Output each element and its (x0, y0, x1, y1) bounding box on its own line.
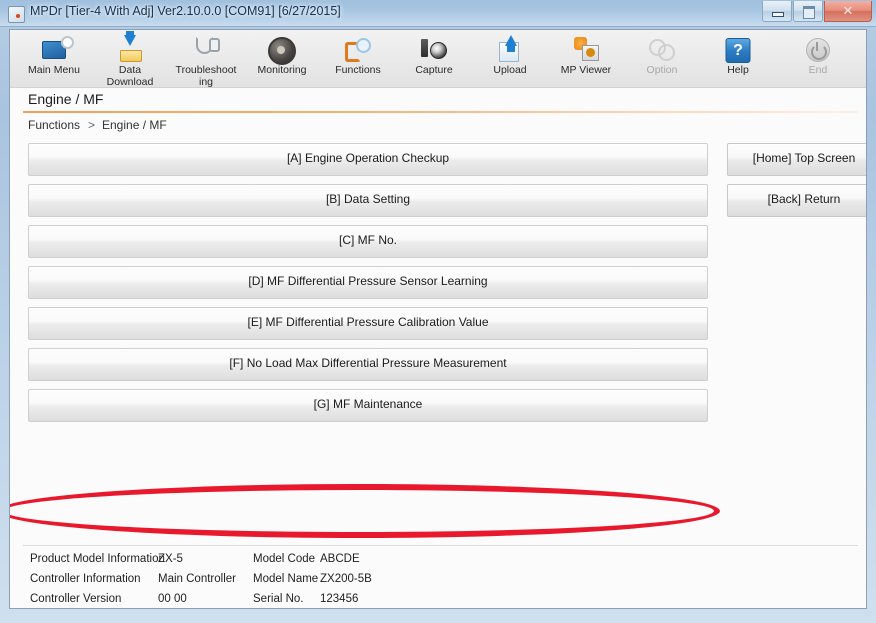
controller-version-value: 00 00 (158, 593, 187, 605)
model-code-label: Model Code (253, 553, 316, 565)
toolbar-label: Monitoring (257, 64, 307, 76)
menu-button-g[interactable]: [G] MF Maintenance (28, 389, 708, 422)
menu-button-f[interactable]: [F] No Load Max Differential Pressure Me… (28, 348, 708, 381)
annotation-highlight-ellipse (10, 484, 720, 538)
serial-no-value: 123456 (320, 593, 359, 605)
minimize-button[interactable] (762, 1, 792, 22)
menu-button-label: [C] MF No. (338, 233, 397, 247)
model-name-label: Model Name (253, 573, 319, 585)
toolbar-label: End (808, 64, 828, 76)
breadcrumb-item-current: Engine / MF (102, 118, 167, 132)
upload-icon (498, 35, 522, 62)
app-icon (8, 6, 25, 23)
download-icon (118, 35, 142, 62)
toolbar-label: Capture (415, 64, 453, 76)
toolbar-button-help[interactable]: Help (700, 32, 776, 86)
top-screen-button[interactable]: [Home] Top Screen (727, 143, 866, 176)
model-name-value: ZX200-5B (320, 573, 372, 585)
help-icon (725, 38, 751, 63)
side-button-label: [Back] Return (767, 192, 841, 206)
menu-button-d[interactable]: [D] MF Differential Pressure Sensor Lear… (28, 266, 708, 299)
menu-button-label: [F] No Load Max Differential Pressure Me… (229, 356, 507, 370)
toolbar-button-functions[interactable]: Functions (320, 32, 396, 86)
toolbar-button-troubleshooting[interactable]: Troubleshoot ing (168, 32, 244, 88)
page-header: Engine / MF (10, 88, 866, 113)
toolbar-button-upload[interactable]: Upload (472, 32, 548, 86)
model-code-value: ABCDE (320, 553, 360, 565)
window-title: MPDr [Tier-4 With Adj] Ver2.10.0.0 [COM9… (30, 4, 341, 18)
page-title: Engine / MF (28, 91, 104, 107)
application-window: MPDr [Tier-4 With Adj] Ver2.10.0.0 [COM9… (0, 0, 876, 623)
maximize-icon (803, 6, 815, 19)
toolbar-button-capture[interactable]: Capture (396, 32, 472, 86)
toolbar-button-option[interactable]: Option (624, 32, 700, 86)
close-icon: ✕ (842, 3, 854, 18)
camera-icon (421, 39, 447, 59)
toolbar-label: Data Download (106, 64, 154, 88)
menu-button-label: [D] MF Differential Pressure Sensor Lear… (248, 274, 488, 288)
title-bar: MPDr [Tier-4 With Adj] Ver2.10.0.0 [COM9… (0, 0, 876, 27)
breadcrumb-item-functions[interactable]: Functions (28, 118, 80, 132)
close-button[interactable]: ✕ (824, 1, 872, 22)
controller-information-label: Controller Information (30, 573, 141, 585)
product-model-information-label: Product Model Information (30, 553, 165, 565)
breadcrumb: Functions > Engine / MF (10, 113, 866, 139)
toolbar-label: Upload (493, 64, 527, 76)
content-area: [A] Engine Operation Checkup [B] Data Se… (10, 139, 866, 608)
stethoscope-icon (193, 36, 220, 62)
menu-button-c[interactable]: [C] MF No. (28, 225, 708, 258)
toolbar-label: Functions (335, 64, 381, 76)
menu-button-label: [B] Data Setting (325, 192, 411, 206)
minimize-icon (772, 12, 784, 17)
gauge-icon (268, 37, 296, 65)
toolbar-button-data-download[interactable]: Data Download (92, 32, 168, 88)
functions-icon (345, 37, 371, 63)
toolbar-button-monitoring[interactable]: Monitoring (244, 32, 320, 86)
toolbar-label: Troubleshoot ing (175, 64, 237, 88)
menu-button-a[interactable]: [A] Engine Operation Checkup (28, 143, 708, 176)
breadcrumb-separator-icon: > (88, 118, 96, 132)
toolbar-label: Option (646, 64, 678, 76)
toolbar-label: Help (727, 64, 749, 76)
toolbar-button-main-menu[interactable]: Main Menu (16, 32, 92, 86)
power-icon (806, 38, 830, 62)
maximize-button[interactable] (793, 1, 823, 22)
serial-no-label: Serial No. (253, 593, 304, 605)
controller-version-label: Controller Version (30, 593, 122, 605)
toolbar-button-mp-viewer[interactable]: MP Viewer (548, 32, 624, 86)
menu-button-e[interactable]: [E] MF Differential Pressure Calibration… (28, 307, 708, 340)
toolbar-label: MP Viewer (560, 64, 612, 76)
menu-button-label: [E] MF Differential Pressure Calibration… (247, 315, 489, 329)
toolbar-label: Main Menu (28, 64, 80, 76)
client-area: Main Menu Data Download Troubleshoot ing… (9, 29, 867, 609)
menu-button-label: [A] Engine Operation Checkup (286, 151, 450, 165)
menu-button-label: [G] MF Maintenance (313, 397, 423, 411)
monitor-icon (42, 36, 74, 59)
window-controls: ✕ (761, 1, 872, 22)
mp-viewer-icon (573, 37, 599, 61)
controller-information-value: Main Controller (158, 573, 236, 585)
return-button[interactable]: [Back] Return (727, 184, 866, 217)
side-button-label: [Home] Top Screen (752, 151, 856, 165)
device-info-panel: Product Model Information ZX-5 Model Cod… (10, 553, 866, 608)
toolbar: Main Menu Data Download Troubleshoot ing… (10, 30, 866, 88)
toolbar-button-end[interactable]: End (780, 32, 856, 86)
option-icon (649, 37, 675, 61)
footer-divider (23, 545, 858, 546)
menu-button-b[interactable]: [B] Data Setting (28, 184, 708, 217)
product-model-information-value: ZX-5 (158, 553, 183, 565)
